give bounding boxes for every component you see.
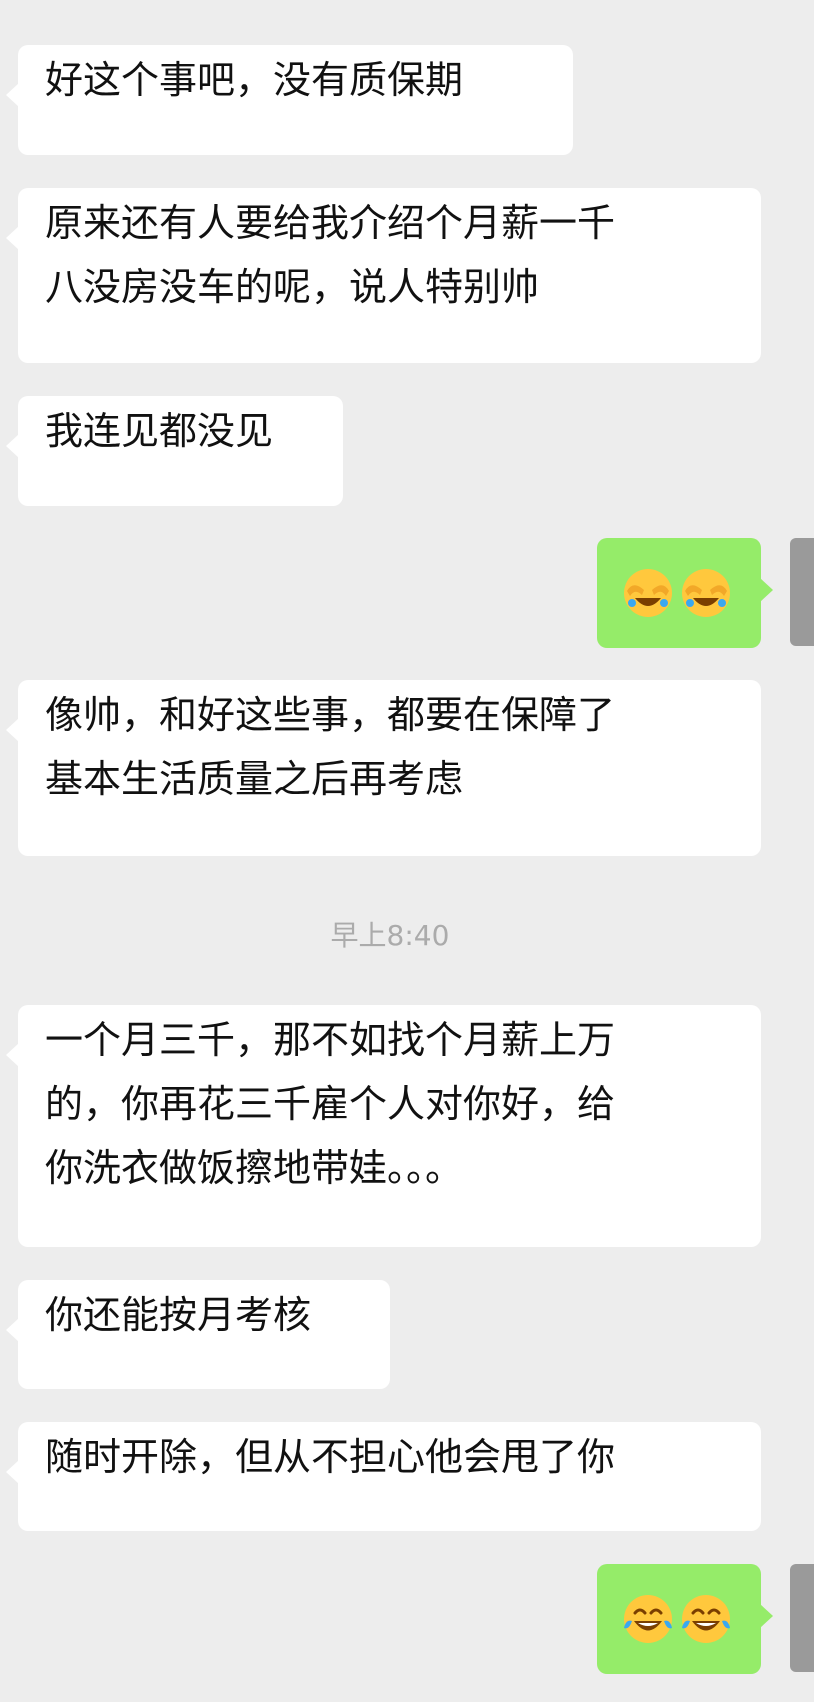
face-covering-eyes-laughing-icon — [621, 566, 675, 620]
outgoing-message-bubble[interactable] — [597, 1564, 773, 1674]
incoming-message-bubble[interactable]: 你还能按月考核 — [6, 1280, 390, 1389]
tears-of-joy-icon — [621, 1592, 675, 1646]
incoming-message-bubble[interactable]: 我连见都没见 — [6, 396, 343, 506]
incoming-message-bubble[interactable]: 像帅，和好这些事，都要在保障了 基本生活质量之后再考虑 — [6, 680, 761, 856]
message-text: 基本生活质量之后再考虑 — [45, 757, 464, 801]
outgoing-message-bubble[interactable] — [597, 538, 773, 648]
message-text: 好这个事吧，没有质保期 — [45, 58, 464, 102]
incoming-message-bubble[interactable]: 一个月三千，那不如找个月薪上万 的，你再花三千雇个人对你好，给 你洗衣做饭擦地带… — [6, 1005, 761, 1247]
incoming-message-bubble[interactable]: 好这个事吧，没有质保期 — [6, 45, 573, 155]
message-text: 原来还有人要给我介绍个月薪一千 — [45, 201, 616, 245]
message-text: 随时开除，但从不担心他会甩了你 — [45, 1435, 616, 1479]
tears-of-joy-icon — [679, 1592, 733, 1646]
message-text: 一个月三千，那不如找个月薪上万 — [45, 1018, 616, 1062]
avatar[interactable] — [790, 538, 814, 646]
incoming-message-bubble[interactable]: 随时开除，但从不担心他会甩了你 — [6, 1422, 761, 1531]
message-text: 你洗衣做饭擦地带娃。。。 — [45, 1146, 464, 1190]
message-text: 的，你再花三千雇个人对你好，给 — [45, 1082, 616, 1126]
message-text: 我连见都没见 — [45, 409, 274, 453]
message-text: 八没房没车的呢，说人特别帅 — [45, 265, 540, 309]
message-text: 像帅，和好这些事，都要在保障了 — [45, 693, 616, 737]
avatar[interactable] — [790, 1564, 814, 1672]
message-timestamp: 早上8:40 — [330, 919, 450, 952]
incoming-message-bubble[interactable]: 原来还有人要给我介绍个月薪一千 八没房没车的呢，说人特别帅 — [6, 188, 761, 363]
message-text: 你还能按月考核 — [45, 1293, 312, 1337]
face-covering-eyes-laughing-icon — [679, 566, 733, 620]
